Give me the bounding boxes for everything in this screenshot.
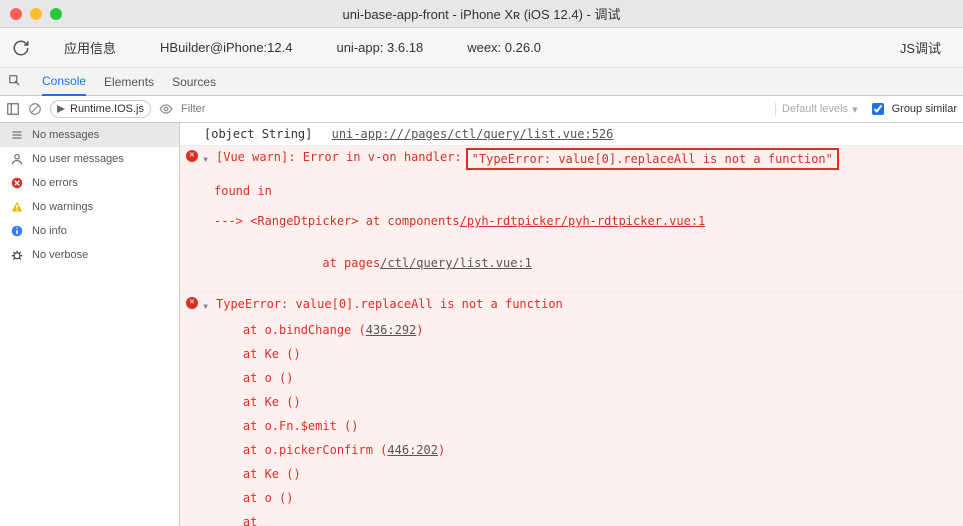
titlebar: uni-base-app-front - iPhone Xʀ (iOS 12.4… (0, 0, 963, 28)
component-trace: at pages (272, 256, 380, 270)
tab-sources[interactable]: Sources (172, 69, 216, 95)
toolbar-app-info[interactable]: 应用信息 (54, 32, 126, 63)
warning-icon (10, 200, 24, 214)
sidebar-label: No errors (32, 177, 78, 189)
component-trace: ---> <RangeDtpicker> at components (214, 214, 460, 228)
minimize-window-button[interactable] (30, 8, 42, 20)
sidebar-item-errors[interactable]: No errors (0, 171, 179, 195)
tab-console[interactable]: Console (42, 68, 86, 96)
context-chip-label: Runtime.IOS.js (70, 103, 144, 115)
sidebar-item-warnings[interactable]: No warnings (0, 195, 179, 219)
sidebar-item-messages[interactable]: No messages (0, 123, 179, 147)
error-highlighted: "TypeError: value[0].replaceAll is not a… (466, 148, 839, 170)
play-icon (57, 104, 67, 114)
component-trace-link[interactable]: /ctl/query/list.vue:1 (380, 256, 532, 270)
devtools-tabbar: Console Elements Sources (0, 68, 963, 96)
sidebar-item-info[interactable]: No info (0, 219, 179, 243)
console-main: No messages No user messages No errors N… (0, 123, 963, 526)
context-chip[interactable]: Runtime.IOS.js (50, 100, 151, 118)
toolbar-js-debug[interactable]: JS调试 (890, 32, 951, 63)
toolbar-device[interactable]: HBuilder@iPhone:12.4 (150, 34, 302, 61)
sidebar-label: No warnings (32, 201, 93, 213)
eye-icon[interactable] (159, 102, 173, 116)
close-window-button[interactable] (10, 8, 22, 20)
console-filterbar: Runtime.IOS.js Default levels ▾ Group si… (0, 96, 963, 123)
log-levels-label: Default levels (782, 103, 848, 115)
traffic-lights (10, 8, 62, 20)
toolbar-uniapp[interactable]: uni-app: 3.6.18 (326, 34, 433, 61)
collapse-icon[interactable]: ▾ (202, 150, 212, 168)
inspect-element-icon[interactable] (8, 74, 24, 90)
error-prefix: [Vue warn]: Error in v-on handler: (216, 148, 462, 166)
sidebar-label: No info (32, 225, 67, 237)
toolbar-weex[interactable]: weex: 0.26.0 (457, 34, 551, 61)
console-log-row: [object String] uni-app:///pages/ctl/que… (180, 123, 963, 146)
tab-elements[interactable]: Elements (104, 69, 154, 95)
console-filter-input[interactable] (181, 98, 767, 120)
sidebar-toggle-icon[interactable] (6, 102, 20, 116)
collapse-icon[interactable]: ▾ (202, 297, 212, 315)
sidebar-label: No verbose (32, 249, 88, 261)
sidebar-item-user-messages[interactable]: No user messages (0, 147, 179, 171)
error-icon (10, 176, 24, 190)
log-levels-dropdown[interactable]: Default levels ▾ (775, 103, 864, 116)
messages-sidebar: No messages No user messages No errors N… (0, 123, 180, 526)
app-toolbar: 应用信息 HBuilder@iPhone:12.4 uni-app: 3.6.1… (0, 28, 963, 68)
refresh-icon[interactable] (12, 39, 30, 57)
sidebar-label: No messages (32, 129, 99, 141)
component-trace-link[interactable]: /pyh-rdtpicker/pyh-rdtpicker.vue:1 (460, 214, 706, 228)
sidebar-item-verbose[interactable]: No verbose (0, 243, 179, 267)
error-found-in: found in (186, 182, 272, 200)
window-title: uni-base-app-front - iPhone Xʀ (iOS 12.4… (343, 4, 621, 23)
log-prefix: [object String] (204, 125, 312, 143)
chevron-down-icon: ▾ (852, 103, 858, 116)
group-similar-checkbox[interactable] (872, 103, 884, 115)
list-icon (10, 128, 24, 142)
bug-icon (10, 248, 24, 262)
console-output[interactable]: [object String] uni-app:///pages/ctl/que… (180, 123, 963, 526)
error-icon: ✕ (186, 150, 198, 162)
error-icon: ✕ (186, 297, 198, 309)
maximize-window-button[interactable] (50, 8, 62, 20)
group-similar-label: Group similar (892, 103, 957, 115)
console-error-row: ✕ ▾ TypeError: value[0].replaceAll is no… (180, 293, 963, 526)
sidebar-label: No user messages (32, 153, 124, 165)
error-message: TypeError: value[0].replaceAll is not a … (216, 295, 563, 313)
info-icon (10, 224, 24, 238)
user-icon (10, 152, 24, 166)
source-link[interactable]: uni-app:///pages/ctl/query/list.vue:526 (332, 125, 614, 143)
clear-console-icon[interactable] (28, 102, 42, 116)
console-error-row: ✕ ▾ [Vue warn]: Error in v-on handler: "… (180, 146, 963, 293)
